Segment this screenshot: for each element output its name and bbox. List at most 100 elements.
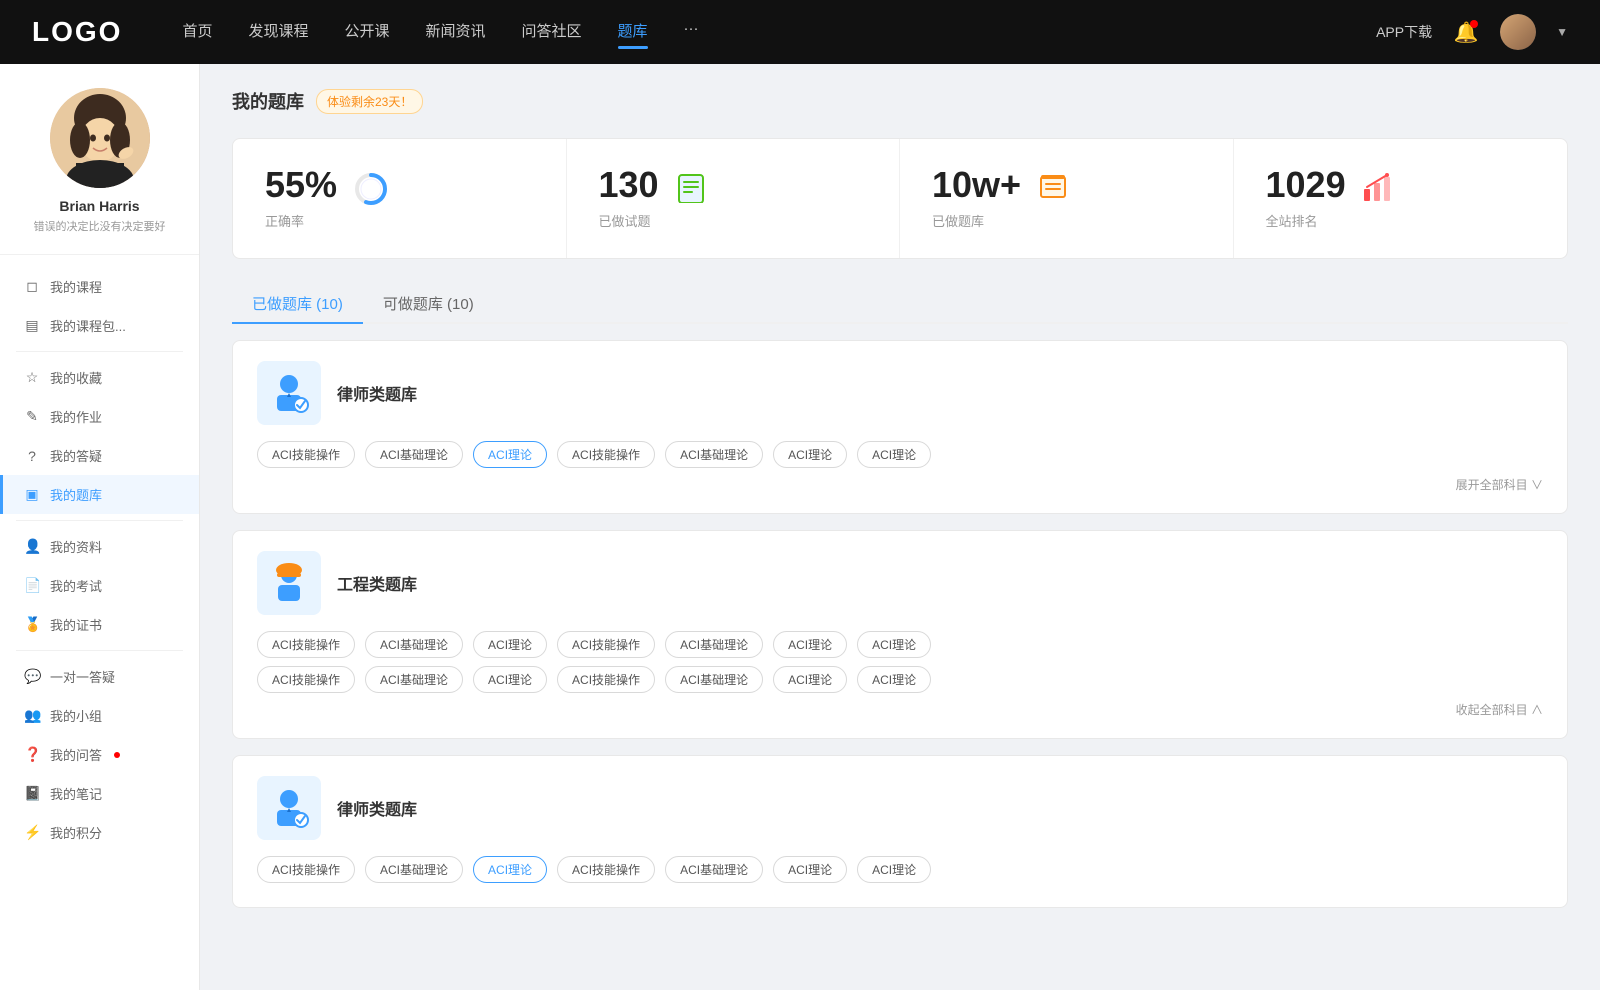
nav-home[interactable]: 首页 bbox=[182, 20, 212, 45]
questions-red-dot bbox=[114, 752, 120, 758]
eng-tag-6[interactable]: ACI理论 bbox=[857, 631, 931, 658]
stat-done-banks-label: 已做题库 bbox=[932, 211, 1021, 230]
stat-ranking: 1029 全站排名 bbox=[1234, 139, 1568, 258]
1on1-icon: 💬 bbox=[24, 668, 40, 685]
sidebar-item-1on1[interactable]: 💬 一对一答疑 bbox=[0, 657, 199, 696]
stat-done-questions-value: 130 bbox=[599, 167, 659, 203]
bank-card-1-expand[interactable]: 展开全部科目 ∨ bbox=[257, 476, 1543, 493]
tag-1[interactable]: ACI基础理论 bbox=[365, 441, 463, 468]
sidebar-item-certificate[interactable]: 🏅 我的证书 bbox=[0, 605, 199, 644]
law2-tag-6[interactable]: ACI理论 bbox=[857, 856, 931, 883]
nav-qa[interactable]: 问答社区 bbox=[522, 20, 582, 45]
tag-0[interactable]: ACI技能操作 bbox=[257, 441, 355, 468]
eng-tag-0[interactable]: ACI技能操作 bbox=[257, 631, 355, 658]
bank-card-2-icon bbox=[257, 551, 321, 615]
law2-tag-1[interactable]: ACI基础理论 bbox=[365, 856, 463, 883]
tag-3[interactable]: ACI技能操作 bbox=[557, 441, 655, 468]
sidebar-item-homework-label: 我的作业 bbox=[50, 407, 102, 426]
tab-done[interactable]: 已做题库 (10) bbox=[232, 283, 363, 324]
law2-tag-4[interactable]: ACI基础理论 bbox=[665, 856, 763, 883]
sidebar-item-points[interactable]: ⚡ 我的积分 bbox=[0, 813, 199, 852]
section-header: 我的题库 体验剩余23天！ bbox=[232, 88, 1568, 114]
certificate-icon: 🏅 bbox=[24, 616, 40, 633]
eng-tag-3[interactable]: ACI技能操作 bbox=[557, 631, 655, 658]
sidebar-profile: Brian Harris 错误的决定比没有决定要好 bbox=[0, 88, 199, 255]
nav-items: 首页 发现课程 公开课 新闻资讯 问答社区 题库 ··· bbox=[182, 20, 1376, 45]
eng-tag-10[interactable]: ACI技能操作 bbox=[557, 666, 655, 693]
sidebar-item-qbank-label: 我的题库 bbox=[50, 485, 102, 504]
group-icon: 👥 bbox=[24, 707, 40, 724]
nav-right: APP下载 🔔 ▼ bbox=[1376, 14, 1568, 50]
sidebar-item-profile-label: 我的资料 bbox=[50, 537, 102, 556]
eng-tag-8[interactable]: ACI基础理论 bbox=[365, 666, 463, 693]
eng-tag-1[interactable]: ACI基础理论 bbox=[365, 631, 463, 658]
sidebar-divider-3 bbox=[16, 650, 183, 651]
lawyer2-icon bbox=[267, 786, 311, 830]
eng-tag-11[interactable]: ACI基础理论 bbox=[665, 666, 763, 693]
bank-card-1-header: 律师类题库 bbox=[257, 361, 1543, 425]
bank-card-1: 律师类题库 ACI技能操作 ACI基础理论 ACI理论 ACI技能操作 ACI基… bbox=[232, 340, 1568, 514]
bank-card-1-icon bbox=[257, 361, 321, 425]
sidebar-item-certificate-label: 我的证书 bbox=[50, 615, 102, 634]
sidebar-item-1on1-label: 一对一答疑 bbox=[50, 667, 115, 686]
tag-2[interactable]: ACI理论 bbox=[473, 441, 547, 468]
tab-available[interactable]: 可做题库 (10) bbox=[363, 283, 494, 324]
sidebar-item-courses[interactable]: ◻ 我的课程 bbox=[0, 267, 199, 306]
page-title: 我的题库 bbox=[232, 88, 304, 114]
sidebar-item-questions[interactable]: ❓ 我的问答 bbox=[0, 735, 199, 774]
eng-tag-5[interactable]: ACI理论 bbox=[773, 631, 847, 658]
nav-more[interactable]: ··· bbox=[684, 20, 699, 45]
sidebar-item-qa[interactable]: ? 我的答疑 bbox=[0, 436, 199, 475]
sidebar-item-notes[interactable]: 📓 我的笔记 bbox=[0, 774, 199, 813]
stats-row: 55% 正确率 130 已做试题 bbox=[232, 138, 1568, 259]
notification-bell[interactable]: 🔔 bbox=[1452, 18, 1480, 46]
nav-discover[interactable]: 发现课程 bbox=[248, 20, 308, 45]
profile-avatar[interactable] bbox=[50, 88, 150, 188]
eng-tag-4[interactable]: ACI基础理论 bbox=[665, 631, 763, 658]
profile-name: Brian Harris bbox=[59, 198, 139, 214]
bank-card-3-icon bbox=[257, 776, 321, 840]
eng-tag-13[interactable]: ACI理论 bbox=[857, 666, 931, 693]
law2-tag-5[interactable]: ACI理论 bbox=[773, 856, 847, 883]
eng-tag-7[interactable]: ACI技能操作 bbox=[257, 666, 355, 693]
eng-tag-12[interactable]: ACI理论 bbox=[773, 666, 847, 693]
bank-card-1-title: 律师类题库 bbox=[337, 381, 417, 405]
law2-tag-3[interactable]: ACI技能操作 bbox=[557, 856, 655, 883]
tag-4[interactable]: ACI基础理论 bbox=[665, 441, 763, 468]
bank-card-3-title: 律师类题库 bbox=[337, 796, 417, 820]
nav-open-course[interactable]: 公开课 bbox=[344, 20, 389, 45]
nav-news[interactable]: 新闻资讯 bbox=[426, 20, 486, 45]
sidebar-item-group[interactable]: 👥 我的小组 bbox=[0, 696, 199, 735]
done-questions-icon bbox=[675, 171, 707, 210]
user-avatar[interactable] bbox=[1500, 14, 1536, 50]
sidebar-item-course-package[interactable]: ▤ 我的课程包... bbox=[0, 306, 199, 345]
sidebar-item-exams[interactable]: 📄 我的考试 bbox=[0, 566, 199, 605]
avatar-chevron-icon[interactable]: ▼ bbox=[1556, 25, 1568, 39]
sidebar-item-qbank[interactable]: ▣ 我的题库 bbox=[0, 475, 199, 514]
sidebar-item-favorites[interactable]: ☆ 我的收藏 bbox=[0, 358, 199, 397]
stat-accuracy: 55% 正确率 bbox=[233, 139, 567, 258]
stat-done-banks: 10w+ 已做题库 bbox=[900, 139, 1234, 258]
eng-tag-2[interactable]: ACI理论 bbox=[473, 631, 547, 658]
law2-tag-2[interactable]: ACI理论 bbox=[473, 856, 547, 883]
sidebar-item-homework[interactable]: ✎ 我的作业 bbox=[0, 397, 199, 436]
sidebar-item-profile[interactable]: 👤 我的资料 bbox=[0, 527, 199, 566]
tag-5[interactable]: ACI理论 bbox=[773, 441, 847, 468]
sidebar: Brian Harris 错误的决定比没有决定要好 ◻ 我的课程 ▤ 我的课程包… bbox=[0, 64, 200, 990]
nav-qbank[interactable]: 题库 bbox=[618, 20, 648, 45]
sidebar-item-course-package-label: 我的课程包... bbox=[50, 316, 126, 335]
sidebar-item-points-label: 我的积分 bbox=[50, 823, 102, 842]
tag-6[interactable]: ACI理论 bbox=[857, 441, 931, 468]
exams-icon: 📄 bbox=[24, 577, 40, 594]
law2-tag-0[interactable]: ACI技能操作 bbox=[257, 856, 355, 883]
eng-tag-9[interactable]: ACI理论 bbox=[473, 666, 547, 693]
profile-motto: 错误的决定比没有决定要好 bbox=[34, 218, 166, 234]
bank-card-2-expand[interactable]: 收起全部科目 ∧ bbox=[257, 701, 1543, 718]
app-download-button[interactable]: APP下载 bbox=[1376, 22, 1432, 42]
qa-icon: ? bbox=[24, 448, 40, 464]
bank-card-2-title: 工程类题库 bbox=[337, 571, 417, 595]
logo: LOGO bbox=[32, 16, 122, 48]
engineer-icon bbox=[267, 561, 311, 605]
bank-card-3-header: 律师类题库 bbox=[257, 776, 1543, 840]
sidebar-item-notes-label: 我的笔记 bbox=[50, 784, 102, 803]
